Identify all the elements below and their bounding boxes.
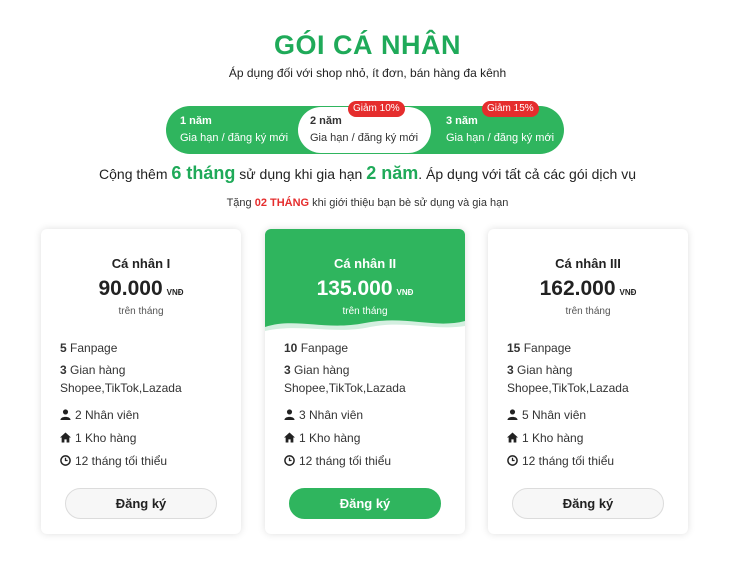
user-icon (507, 409, 518, 420)
plan-currency: VNĐ (619, 288, 637, 297)
billing-period-selector: 1 năm Gia hạn / đăng ký mới 2 năm Gia hạ… (166, 101, 564, 154)
feature-duration: 12 tháng tối thiểu (507, 454, 614, 468)
plan-period: trên tháng (565, 306, 611, 317)
duration-label: 12 tháng tối thiểu (75, 454, 168, 468)
staff-label: 5 Nhân viên (522, 408, 587, 422)
feature-fanpage: 5 Fanpage (60, 341, 117, 355)
clock-icon (507, 455, 518, 466)
period-option-1-year[interactable]: 1 năm Gia hạn / đăng ký mới (166, 106, 298, 154)
plan-price-line: 162.000 VNĐ (488, 277, 688, 301)
plan-name: Cá nhân III (555, 256, 621, 271)
plan-period: trên tháng (118, 306, 164, 317)
feature-shop-platforms: Shopee,TikTok,Lazada (507, 381, 629, 395)
plan-header: Cá nhân I 90.000 VNĐ trên tháng (41, 229, 241, 333)
plan-price-line: 90.000 VNĐ (41, 277, 241, 301)
plan-price: 90.000 (98, 277, 163, 300)
clock-icon (284, 455, 295, 466)
fanpage-count: 15 (507, 341, 521, 355)
fanpage-count: 10 (284, 341, 298, 355)
promo-months-highlight: 6 tháng (171, 163, 236, 183)
gift-highlight: 02 THÁNG (254, 197, 310, 209)
feature-staff: 5 Nhân viên (507, 408, 586, 422)
feature-shops: 3 Gian hàng (284, 363, 349, 377)
shops-count: 3 (507, 363, 514, 377)
period-description: Gia hạn / đăng ký mới (180, 132, 289, 144)
feature-staff: 2 Nhân viên (60, 408, 139, 422)
duration-label: 12 tháng tối thiểu (522, 454, 615, 468)
feature-fanpage: 10 Fanpage (284, 341, 348, 355)
plan-card-ca-nhan-1: Cá nhân I 90.000 VNĐ trên tháng 5 Fanpage… (41, 229, 241, 534)
header-wave-decoration (265, 320, 465, 337)
referral-gift-text: Tặng 02 THÁNG khi giới thiệu bạn bè sử d… (0, 197, 735, 209)
plan-header: Cá nhân II 135.000 VNĐ trên tháng (265, 229, 465, 337)
plan-name: Cá nhân I (111, 256, 171, 271)
page-title: GÓI CÁ NHÂN (274, 30, 461, 60)
home-icon (284, 432, 295, 443)
home-icon (507, 432, 518, 443)
promo-text-part: sử dụng khi gia hạn (235, 166, 367, 182)
gift-text-part: khi giới thiệu bạn bè sử dụng và gia hạn (309, 197, 509, 209)
feature-shop-platforms: Shopee,TikTok,Lazada (60, 381, 182, 395)
warehouse-label: 1 Kho hàng (75, 431, 137, 445)
warehouse-label: 1 Kho hàng (522, 431, 584, 445)
feature-warehouse: 1 Kho hàng (60, 431, 136, 445)
promo-text-part: . Áp dụng với tất cả các gói dịch vụ (418, 166, 636, 182)
feature-shop-platforms: Shopee,TikTok,Lazada (284, 381, 406, 395)
feature-duration: 12 tháng tối thiểu (60, 454, 167, 468)
promo-years-highlight: 2 năm (366, 163, 419, 183)
shops-label: Gian hàng (517, 363, 573, 377)
shops-count: 3 (60, 363, 67, 377)
feature-shops: 3 Gian hàng (60, 363, 125, 377)
clock-icon (60, 455, 71, 466)
warehouse-label: 1 Kho hàng (299, 431, 361, 445)
feature-fanpage: 15 Fanpage (507, 341, 571, 355)
discount-badge-3-years: Giảm 15% (482, 101, 539, 117)
user-icon (284, 409, 295, 420)
gift-text-part: Tặng (226, 197, 255, 209)
feature-shops: 3 Gian hàng (507, 363, 572, 377)
plan-price: 135.000 (316, 277, 393, 300)
period-description: Gia hạn / đăng ký mới (310, 132, 419, 144)
discount-badge-2-years: Giảm 10% (348, 101, 405, 117)
plan-currency: VNĐ (166, 288, 184, 297)
period-description: Gia hạn / đăng ký mới (446, 132, 555, 144)
fanpage-count: 5 (60, 341, 67, 355)
fanpage-label: Fanpage (300, 341, 349, 355)
staff-label: 2 Nhân viên (75, 408, 140, 422)
fanpage-label: Fanpage (70, 341, 118, 355)
shops-label: Gian hàng (294, 363, 350, 377)
plan-price: 162.000 (539, 277, 616, 300)
promo-text: Cộng thêm 6 tháng sử dụng khi gia hạn 2 … (0, 160, 735, 187)
register-button[interactable]: Đăng ký (289, 488, 441, 519)
register-button[interactable]: Đăng ký (512, 488, 664, 519)
feature-warehouse: 1 Kho hàng (284, 431, 360, 445)
home-icon (60, 432, 71, 443)
user-icon (60, 409, 71, 420)
staff-label: 3 Nhân viên (299, 408, 364, 422)
feature-warehouse: 1 Kho hàng (507, 431, 583, 445)
plan-card-ca-nhan-2: Cá nhân II 135.000 VNĐ trên tháng 10 Fanp… (265, 229, 465, 534)
shops-label: Gian hàng (70, 363, 126, 377)
plan-header: Cá nhân III 162.000 VNĐ trên tháng (488, 229, 688, 333)
register-button[interactable]: Đăng ký (65, 488, 217, 519)
duration-label: 12 tháng tối thiểu (299, 454, 392, 468)
promo-text-part: Cộng thêm (99, 166, 172, 182)
fanpage-label: Fanpage (523, 341, 572, 355)
feature-duration: 12 tháng tối thiểu (284, 454, 391, 468)
plan-currency: VNĐ (396, 288, 414, 297)
plan-name: Cá nhân II (333, 256, 397, 271)
feature-staff: 3 Nhân viên (284, 408, 363, 422)
shops-count: 3 (284, 363, 291, 377)
period-name: 1 năm (180, 115, 212, 127)
page-subtitle: Áp dụng đối với shop nhỏ, ít đơn, bán hà… (228, 66, 507, 80)
plan-card-ca-nhan-3: Cá nhân III 162.000 VNĐ trên tháng 15 Fan… (488, 229, 688, 534)
plan-price-line: 135.000 VNĐ (265, 277, 465, 301)
